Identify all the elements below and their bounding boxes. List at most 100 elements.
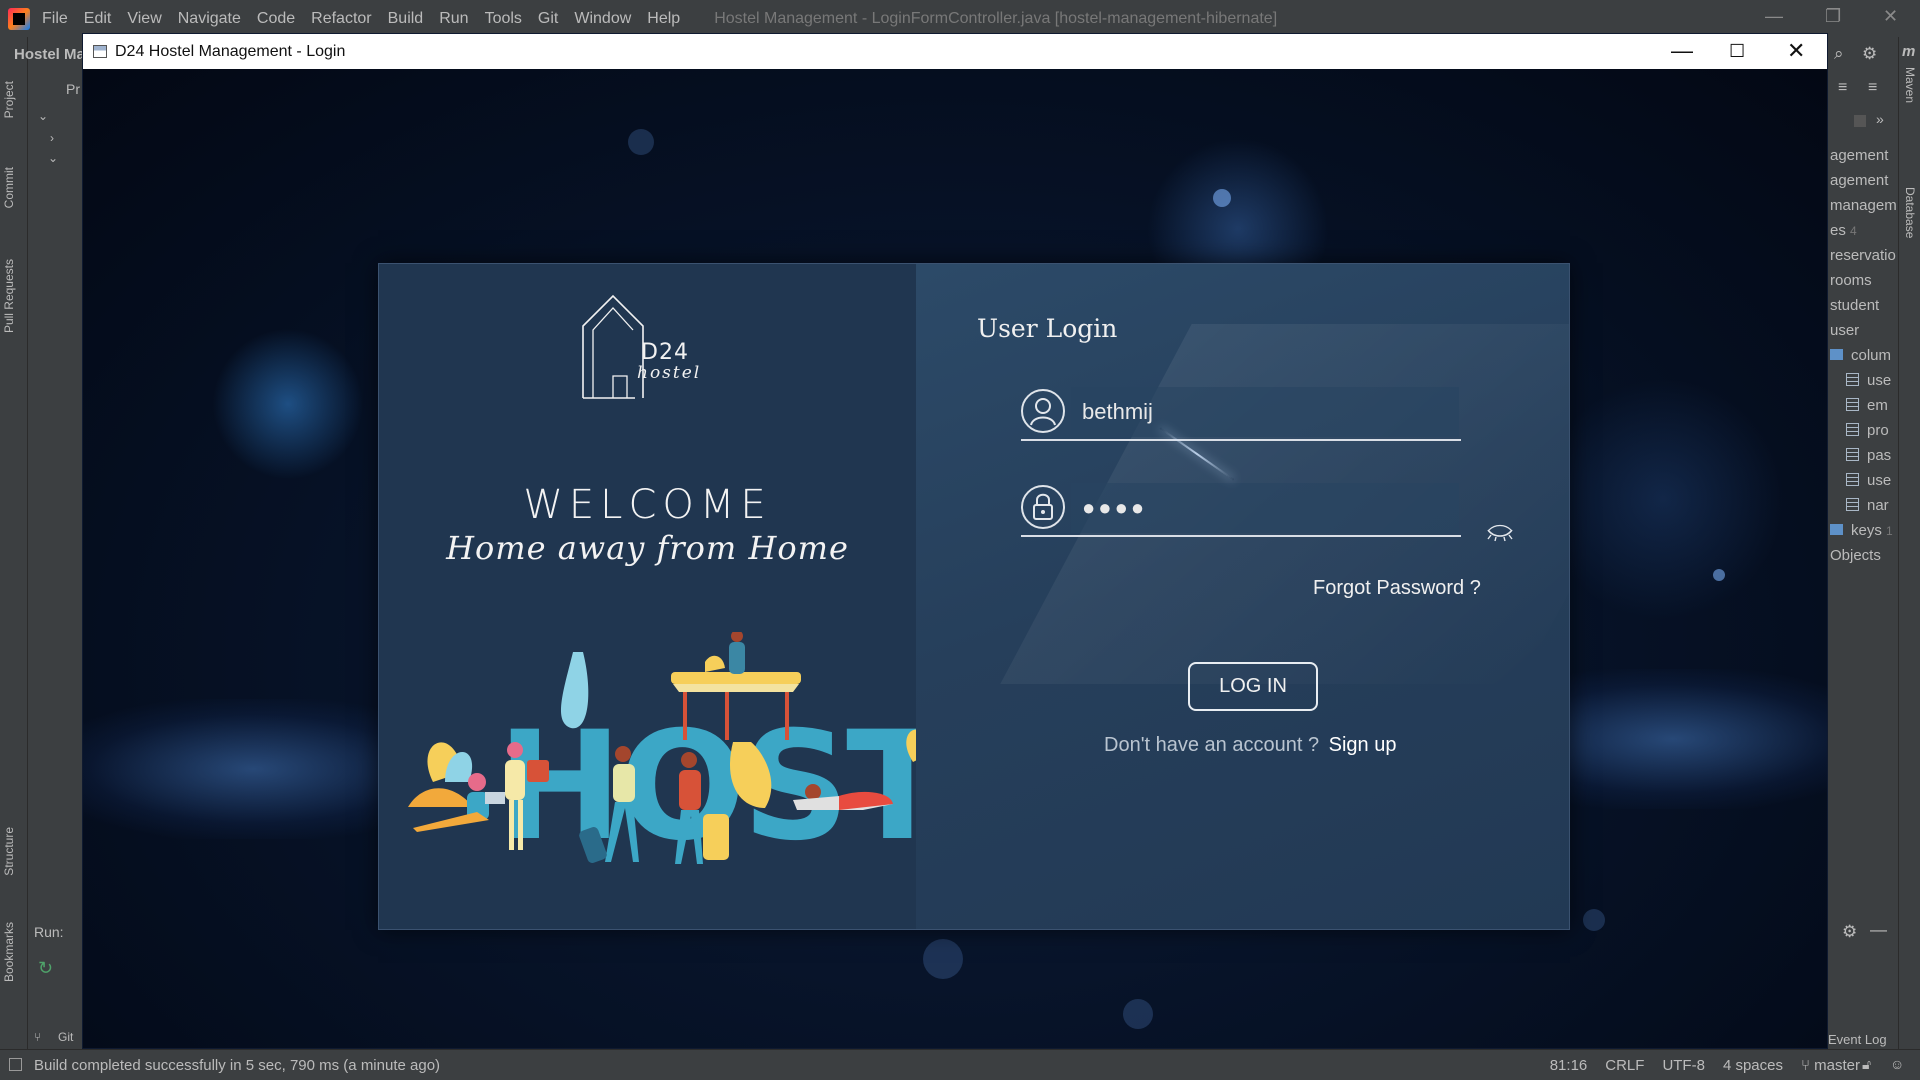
caret-position[interactable]: 81:16 bbox=[1550, 1057, 1588, 1074]
show-password-eye-icon[interactable] bbox=[1486, 522, 1514, 542]
db-tree-item-label: colum bbox=[1851, 347, 1892, 364]
signup-prompt: Don't have an account ? bbox=[1104, 734, 1320, 756]
db-tree-item-columns[interactable]: colum bbox=[1830, 347, 1891, 364]
db-column-item[interactable]: pas bbox=[1846, 447, 1891, 464]
gear-icon[interactable]: ⚙ bbox=[1862, 44, 1877, 64]
login-heading: User Login bbox=[977, 314, 1118, 343]
welcome-heading: WELCOME bbox=[523, 482, 772, 528]
chevron-down-icon[interactable]: ⌄ bbox=[38, 109, 48, 123]
db-tree-item[interactable]: reservatio bbox=[1830, 247, 1896, 264]
db-tree-count: 1 bbox=[1886, 524, 1893, 538]
menu-help[interactable]: Help bbox=[647, 10, 680, 28]
tool-tab-commit[interactable]: Commit bbox=[2, 167, 16, 208]
menu-file[interactable]: File bbox=[42, 10, 68, 28]
file-encoding[interactable]: UTF-8 bbox=[1662, 1057, 1705, 1074]
db-column-item[interactable]: pro bbox=[1846, 422, 1889, 439]
menu-window[interactable]: Window bbox=[574, 10, 631, 28]
menu-edit[interactable]: Edit bbox=[84, 10, 112, 28]
bokeh-light bbox=[1123, 999, 1153, 1029]
ide-window-title: Hostel Management - LoginFormController.… bbox=[714, 9, 1278, 27]
tool-tab-project[interactable]: Project bbox=[2, 81, 16, 118]
forgot-password-link[interactable]: Forgot Password ? bbox=[1313, 577, 1481, 600]
password-input[interactable] bbox=[1071, 483, 1459, 533]
notifications-icon[interactable]: ☺ bbox=[1890, 1056, 1904, 1072]
db-tree-item[interactable]: managem bbox=[1830, 197, 1897, 214]
key-column-icon bbox=[1846, 373, 1859, 386]
menu-navigate[interactable]: Navigate bbox=[178, 10, 241, 28]
menu-refactor[interactable]: Refactor bbox=[311, 10, 371, 28]
bokeh-light bbox=[1713, 569, 1725, 581]
rerun-icon[interactable]: ↻ bbox=[38, 958, 53, 979]
chevron-down-icon[interactable]: ⌄ bbox=[48, 151, 58, 165]
branding-panel: D24 hostel WELCOME Home away from Home H… bbox=[379, 264, 916, 929]
hide-panel-icon[interactable]: — bbox=[1870, 920, 1887, 940]
db-tree-item[interactable]: agement bbox=[1830, 147, 1888, 164]
indent-setting[interactable]: 4 spaces bbox=[1723, 1057, 1783, 1074]
password-field bbox=[1021, 483, 1461, 537]
db-tree-item-label: es bbox=[1830, 222, 1846, 239]
collapse-all-icon[interactable]: ≡ bbox=[1868, 79, 1877, 97]
people-illustration-icon bbox=[408, 632, 916, 864]
stop-icon[interactable] bbox=[1854, 115, 1866, 127]
signup-row: Don't have an account ? Sign up bbox=[1104, 734, 1396, 757]
menu-tools[interactable]: Tools bbox=[485, 10, 522, 28]
menu-run[interactable]: Run bbox=[439, 10, 468, 28]
db-column-item[interactable]: use bbox=[1846, 372, 1891, 389]
tool-tab-bookmarks[interactable]: Bookmarks bbox=[2, 922, 16, 982]
db-tree-item[interactable]: user bbox=[1830, 322, 1859, 339]
tool-tab-structure[interactable]: Structure bbox=[2, 827, 16, 876]
menu-git[interactable]: Git bbox=[538, 10, 558, 28]
ide-close-icon[interactable]: ✕ bbox=[1883, 6, 1898, 27]
logo-brand-text: D24 bbox=[641, 340, 689, 365]
expand-all-icon[interactable]: ≡ bbox=[1838, 79, 1847, 97]
maximize-icon[interactable]: ☐ bbox=[1729, 41, 1745, 62]
bokeh-light bbox=[923, 939, 963, 979]
menu-code[interactable]: Code bbox=[257, 10, 295, 28]
intellij-logo-icon[interactable] bbox=[8, 7, 30, 30]
line-ending[interactable]: CRLF bbox=[1605, 1057, 1644, 1074]
tool-tab-pull-requests[interactable]: Pull Requests bbox=[2, 259, 16, 333]
run-label: Run: bbox=[34, 924, 64, 940]
db-tree-item[interactable]: rooms bbox=[1830, 272, 1872, 289]
gear-icon[interactable]: ⚙ bbox=[1842, 922, 1857, 942]
column-icon bbox=[1846, 498, 1859, 511]
project-title: Hostel Ma bbox=[14, 46, 85, 63]
project-tab-label[interactable]: Pr bbox=[66, 81, 80, 97]
search-icon[interactable]: ⌕ bbox=[1834, 44, 1844, 64]
db-tree-item-keys[interactable]: keys 1 bbox=[1830, 522, 1893, 539]
ide-minimize-icon[interactable]: — bbox=[1765, 6, 1783, 27]
signup-link[interactable]: Sign up bbox=[1329, 734, 1397, 756]
menu-view[interactable]: View bbox=[127, 10, 161, 28]
maven-icon[interactable]: m bbox=[1902, 43, 1915, 60]
login-button[interactable]: LOG IN bbox=[1188, 662, 1318, 711]
tool-tab-database[interactable]: Database bbox=[1903, 187, 1917, 238]
lock-icon[interactable]: 🔓︎ bbox=[1862, 1056, 1871, 1073]
db-tree-item-label: keys bbox=[1851, 522, 1882, 539]
close-icon[interactable]: ✕ bbox=[1787, 38, 1805, 64]
db-column-label: nar bbox=[1867, 497, 1889, 514]
db-tree-item-tables[interactable]: es 4 bbox=[1830, 222, 1857, 239]
minimize-icon[interactable]: — bbox=[1671, 38, 1693, 64]
db-tree-item[interactable]: student bbox=[1830, 297, 1879, 314]
db-column-item[interactable]: nar bbox=[1846, 497, 1889, 514]
status-message[interactable]: Build completed successfully in 5 sec, 7… bbox=[34, 1057, 440, 1074]
status-toggle-icon[interactable] bbox=[9, 1058, 22, 1071]
menu-build[interactable]: Build bbox=[388, 10, 424, 28]
app-title-bar[interactable]: D24 Hostel Management - Login — ☐ ✕ bbox=[83, 34, 1827, 69]
ide-restore-icon[interactable]: ❐ bbox=[1825, 6, 1841, 27]
db-tree-item[interactable]: Objects bbox=[1830, 547, 1881, 564]
username-input[interactable] bbox=[1071, 387, 1459, 437]
more-icon[interactable]: » bbox=[1876, 111, 1884, 127]
event-log-tab[interactable]: Event Log bbox=[1828, 1032, 1887, 1047]
git-tab[interactable]: ⑂ Git bbox=[28, 1026, 82, 1049]
db-column-item[interactable]: use bbox=[1846, 472, 1891, 489]
git-branch[interactable]: ⑂ master bbox=[1801, 1057, 1860, 1074]
db-column-item[interactable]: em bbox=[1846, 397, 1888, 414]
app-window-title: D24 Hostel Management - Login bbox=[115, 42, 346, 60]
tool-tab-maven[interactable]: Maven bbox=[1903, 67, 1917, 103]
tagline: Home away from Home bbox=[446, 529, 849, 567]
lock-icon bbox=[1021, 485, 1065, 529]
db-tree-item[interactable]: agement bbox=[1830, 172, 1888, 189]
chevron-right-icon[interactable]: › bbox=[50, 131, 54, 145]
git-tab-label: Git bbox=[58, 1030, 74, 1044]
